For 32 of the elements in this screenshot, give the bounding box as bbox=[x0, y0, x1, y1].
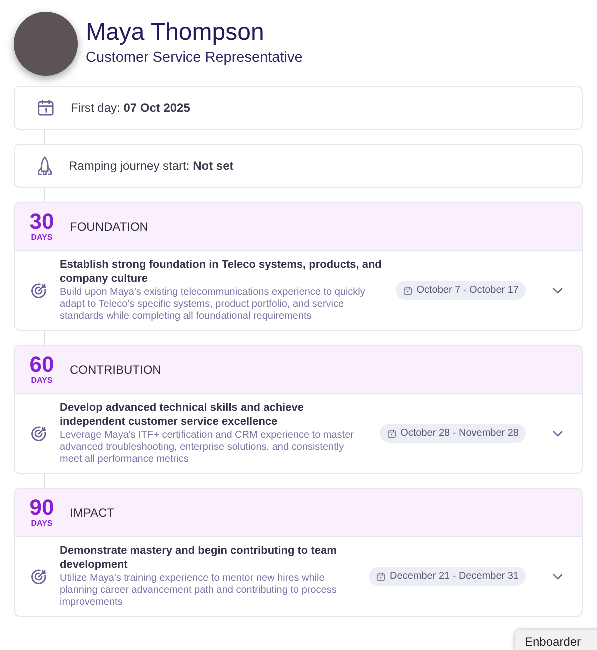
calendar-icon bbox=[386, 428, 397, 438]
rocket-icon bbox=[36, 156, 54, 176]
milestone-text: Ramping journey start: Not set bbox=[69, 158, 234, 175]
calendar-icon bbox=[376, 572, 386, 582]
phase-day-number: 90 bbox=[30, 496, 54, 518]
phase-day-unit: DAYS bbox=[31, 232, 53, 242]
goal-description: Build upon Maya's existing telecommunications experience to quickly adapt to Teleco's specific systems, product portfolio, and service standards while completing all foundational requirements bbox=[60, 287, 366, 323]
phase-day-unit: DAYS bbox=[31, 376, 53, 386]
phase-title: IMPACT bbox=[70, 504, 114, 522]
goal-title: Develop advanced technical skills and achieve independent customer service excellence bbox=[60, 401, 305, 429]
profile-name: Maya Thompson bbox=[86, 18, 266, 48]
phase-title: CONTRIBUTION bbox=[70, 362, 162, 378]
phase-day-unit: DAYS bbox=[31, 518, 53, 528]
phase-day-number: 30 bbox=[30, 210, 54, 232]
floating-tab[interactable]: Enboarder bbox=[515, 630, 597, 650]
phase-title: FOUNDATION bbox=[70, 218, 148, 236]
target-icon bbox=[30, 282, 48, 300]
target-icon bbox=[30, 568, 48, 586]
profile-role: Customer Service Representative bbox=[86, 49, 303, 68]
avatar-photo-placeholder bbox=[14, 12, 78, 76]
date-range-badge: October 7 - October 17 bbox=[396, 281, 526, 300]
date-range-badge: October 28 - November 28 bbox=[380, 424, 526, 443]
milestone-text: First day: 07 Oct 2025 bbox=[71, 100, 190, 117]
goal-description: Utilize Maya's training experience to mentor new hires while planning career advancement path and contributing to process improvements bbox=[60, 573, 338, 609]
goal-title: Demonstrate mastery and begin contributing to team development bbox=[60, 544, 338, 572]
calendar-icon bbox=[36, 98, 56, 118]
phase-day-number: 60 bbox=[30, 354, 54, 376]
calendar-icon bbox=[402, 286, 413, 296]
target-icon bbox=[30, 424, 48, 442]
date-range-badge: December 21 - December 31 bbox=[369, 567, 526, 586]
goal-title: Establish strong foundation in Teleco systems, products, and company culture bbox=[60, 258, 383, 286]
goal-description: Leverage Maya's ITF+ certification and CRM experience to master advanced troubleshooting, enterprise solutions, and consistently meet all performance metrics bbox=[60, 430, 355, 466]
